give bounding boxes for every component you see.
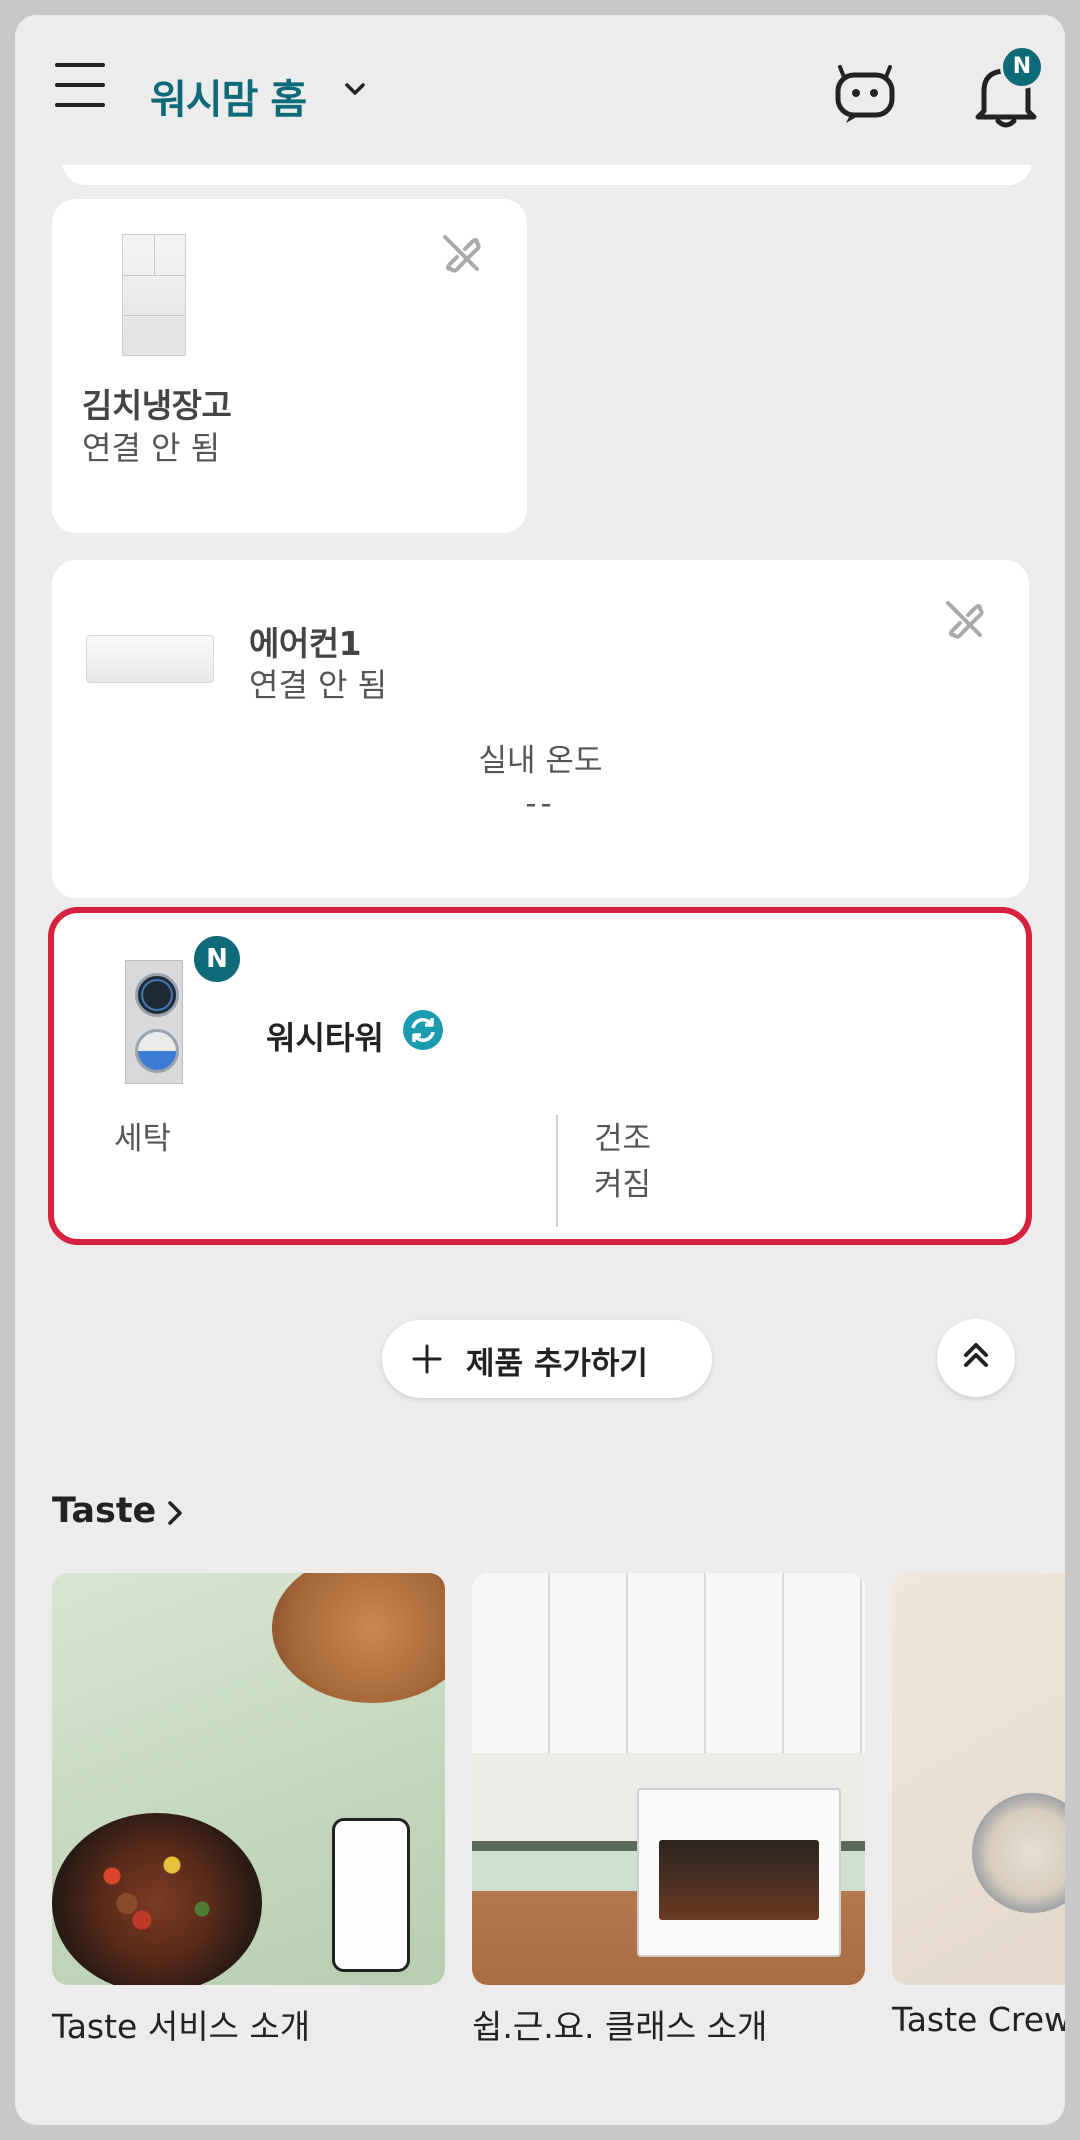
- kimchi-fridge-image: [122, 234, 186, 356]
- kitchen-cabinets-image: [472, 1573, 865, 1753]
- device-status: 연결 안 됨: [82, 429, 221, 467]
- menu-icon[interactable]: [55, 63, 105, 107]
- device-card-wash-tower[interactable]: N 워시타워 세탁 건조 켜짐: [48, 907, 1032, 1245]
- device-card-aircon[interactable]: 에어컨1 연결 안 됨 실내 온도 --: [52, 560, 1029, 898]
- phone-image: [332, 1818, 410, 1972]
- food-board-image: [272, 1573, 445, 1703]
- new-badge: N: [191, 933, 243, 985]
- chevron-down-icon[interactable]: [343, 77, 367, 101]
- notification-badge: N: [1000, 45, 1044, 89]
- app-screen: 워시맘 홈 N 김치냉장고 연결 안 됨 에어컨1 연결 안 됨 실내 온도 -…: [15, 15, 1065, 2125]
- dry-status: 켜짐: [594, 1167, 652, 1203]
- section-divider: [556, 1115, 558, 1227]
- taste-card-caption[interactable]: 쉽.근.요. 클래스 소개: [472, 2000, 767, 2048]
- taste-card-service-intro[interactable]: [52, 1573, 445, 1985]
- taste-card-class-intro[interactable]: [472, 1573, 865, 1985]
- taste-card-crew[interactable]: [892, 1573, 1065, 1985]
- plus-icon: [412, 1344, 442, 1374]
- sync-icon: [403, 1010, 443, 1050]
- dry-section-label: 건조: [594, 1121, 652, 1157]
- bowl-image: [972, 1793, 1065, 1913]
- taste-card-caption[interactable]: Taste Crew: [892, 2000, 1065, 2039]
- wash-tower-image: [125, 960, 183, 1084]
- device-name: 워시타워: [266, 1019, 384, 1057]
- device-name: 에어컨1: [249, 624, 362, 663]
- wash-section-label: 세탁: [114, 1121, 172, 1157]
- indoor-temp-label: 실내 온도: [478, 743, 603, 779]
- taste-card-caption[interactable]: Taste 서비스 소개: [52, 2000, 310, 2048]
- food-garnish-image: [82, 1843, 232, 1953]
- aircon-image: [86, 635, 214, 683]
- chevron-right-icon[interactable]: [160, 1498, 190, 1528]
- device-name: 김치냉장고: [82, 386, 232, 425]
- device-card-kimchi-fridge[interactable]: 김치냉장고 연결 안 됨: [52, 199, 527, 533]
- top-app-bar: 워시맘 홈 N: [15, 15, 1065, 165]
- disconnected-link-icon: [946, 601, 984, 639]
- chatbot-icon[interactable]: [830, 57, 900, 127]
- chevron-up-double-icon: [964, 1343, 988, 1367]
- add-product-button[interactable]: 제품 추가하기: [382, 1320, 712, 1398]
- oven-image: [637, 1788, 841, 1957]
- home-selector[interactable]: 워시맘 홈: [150, 67, 307, 125]
- collapse-button[interactable]: [937, 1319, 1015, 1397]
- disconnected-link-icon: [443, 235, 481, 273]
- device-status: 연결 안 됨: [249, 666, 388, 704]
- indoor-temp-value: --: [525, 786, 556, 822]
- taste-section-title[interactable]: Taste: [52, 1491, 156, 1531]
- add-product-label: 제품 추가하기: [466, 1346, 648, 1382]
